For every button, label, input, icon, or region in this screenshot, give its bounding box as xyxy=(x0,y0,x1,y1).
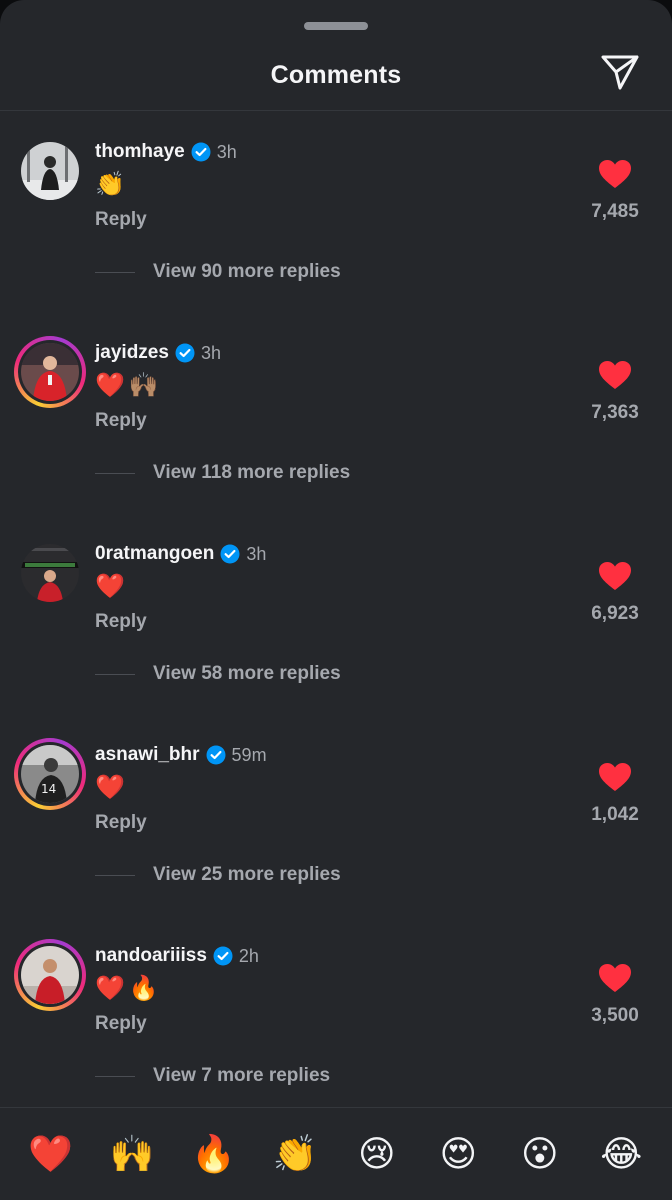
username[interactable]: asnawi_bhr xyxy=(95,744,200,766)
view-replies-label: View 25 more replies xyxy=(153,864,341,885)
comment-meta: thomhaye 3h xyxy=(95,141,237,163)
timestamp: 2h xyxy=(238,945,259,966)
reply-button[interactable]: Reply xyxy=(95,1013,147,1035)
like-section: 3,500 xyxy=(580,963,650,1027)
timestamp: 3h xyxy=(216,141,237,162)
reply-button[interactable]: Reply xyxy=(95,611,147,633)
like-count: 7,485 xyxy=(591,201,639,222)
like-count: 1,042 xyxy=(591,804,639,825)
quick-reaction-fire[interactable]: 🔥 xyxy=(186,1126,242,1182)
view-replies-label: View 58 more replies xyxy=(153,663,341,684)
like-count: 6,923 xyxy=(591,603,639,624)
comment-meta: asnawi_bhr 59m xyxy=(95,744,267,766)
view-replies-button[interactable]: View 25 more replies xyxy=(95,864,341,886)
page-title: Comments xyxy=(270,60,402,89)
replies-divider xyxy=(95,874,135,876)
avatar-ring-gap xyxy=(18,340,82,404)
header-divider xyxy=(0,110,672,111)
paper-plane-icon xyxy=(601,55,639,90)
username[interactable]: thomhaye xyxy=(95,141,185,163)
quick-reaction-crying[interactable]: 😢 xyxy=(349,1126,405,1182)
view-replies-button[interactable]: View 7 more replies xyxy=(95,1065,330,1087)
avatar-image xyxy=(21,544,79,602)
like-section: 6,923 xyxy=(580,561,650,625)
avatar-ring-gap xyxy=(18,943,82,1007)
verified-badge-icon xyxy=(206,745,226,765)
avatar-image xyxy=(21,142,79,200)
username[interactable]: nandoariiiss xyxy=(95,945,207,967)
verified-badge-icon xyxy=(191,142,211,162)
heart-icon[interactable] xyxy=(598,762,632,792)
heart-icon[interactable] xyxy=(598,963,632,993)
quick-reaction-heart-eyes[interactable]: 😍 xyxy=(430,1126,486,1182)
view-replies-label: View 90 more replies xyxy=(153,261,341,282)
view-replies-button[interactable]: View 58 more replies xyxy=(95,663,341,685)
quick-reaction-surprised[interactable]: 😮 xyxy=(512,1126,568,1182)
like-count: 7,363 xyxy=(591,402,639,423)
heart-icon[interactable] xyxy=(598,159,632,189)
replies-divider xyxy=(95,1075,135,1077)
comment-meta: nandoariiiss 2h xyxy=(95,945,259,967)
heart-icon[interactable] xyxy=(598,561,632,591)
header: Comments xyxy=(0,40,672,110)
reply-button[interactable]: Reply xyxy=(95,812,147,834)
verified-badge-icon xyxy=(175,343,195,363)
quick-reaction-laughing[interactable]: 😂 xyxy=(593,1126,649,1182)
comment-text: ❤️🙌🏽 xyxy=(95,371,163,399)
avatar[interactable] xyxy=(14,537,86,609)
reply-button[interactable]: Reply xyxy=(95,209,147,231)
quick-reactions-bar: ❤️ 🙌 🔥 👏 😢 😍 😮 😂 xyxy=(0,1108,672,1200)
comment-meta: jayidzes 3h xyxy=(95,342,221,364)
quick-reaction-heart[interactable]: ❤️ xyxy=(23,1126,79,1182)
avatar-ring-gap: 14 xyxy=(18,742,82,806)
view-replies-button[interactable]: View 90 more replies xyxy=(95,261,341,283)
comment-meta: 0ratmangoen 3h xyxy=(95,543,266,565)
drag-handle[interactable] xyxy=(304,22,368,30)
avatar-image xyxy=(21,343,79,401)
comment-text: 👏 xyxy=(95,170,129,198)
like-section: 7,485 xyxy=(580,159,650,223)
comment-text: ❤️ xyxy=(95,773,129,801)
reply-button[interactable]: Reply xyxy=(95,410,147,432)
svg-text:14: 14 xyxy=(41,782,56,796)
verified-badge-icon xyxy=(213,946,233,966)
like-section: 7,363 xyxy=(580,360,650,424)
verified-badge-icon xyxy=(220,544,240,564)
replies-divider xyxy=(95,673,135,675)
quick-reaction-raised-hands[interactable]: 🙌 xyxy=(104,1126,160,1182)
view-replies-button[interactable]: View 118 more replies xyxy=(95,462,350,484)
avatar-image xyxy=(21,946,79,1004)
timestamp: 3h xyxy=(246,543,267,564)
timestamp: 59m xyxy=(231,744,267,765)
comment-item: 0ratmangoen 3h ❤️ Reply View 58 more rep… xyxy=(0,537,672,737)
view-replies-label: View 7 more replies xyxy=(153,1065,331,1086)
like-count: 3,500 xyxy=(591,1005,639,1026)
share-button[interactable] xyxy=(598,52,642,92)
like-section: 1,042 xyxy=(580,762,650,826)
comment-item: jayidzes 3h ❤️🙌🏽 Reply View 118 more rep… xyxy=(0,336,672,536)
timestamp: 3h xyxy=(200,342,221,363)
replies-divider xyxy=(95,271,135,273)
comment-item: thomhaye 3h 👏 Reply View 90 more replies… xyxy=(0,135,672,335)
comments-sheet: Comments thomhaye 3h 👏 Reply View 90 mor… xyxy=(0,0,672,1200)
avatar[interactable] xyxy=(14,336,86,408)
comment-text: ❤️🔥 xyxy=(95,974,163,1002)
comment-item: 14 asnawi_bhr 59m ❤️ Reply View 25 more … xyxy=(0,738,672,938)
replies-divider xyxy=(95,472,135,474)
avatar-image: 14 xyxy=(21,745,79,803)
quick-reaction-clap[interactable]: 👏 xyxy=(267,1126,323,1182)
view-replies-label: View 118 more replies xyxy=(153,462,351,483)
avatar[interactable] xyxy=(14,135,86,207)
comment-text: ❤️ xyxy=(95,572,129,600)
avatar[interactable] xyxy=(14,939,86,1011)
avatar[interactable]: 14 xyxy=(14,738,86,810)
username[interactable]: 0ratmangoen xyxy=(95,543,214,565)
heart-icon[interactable] xyxy=(598,360,632,390)
username[interactable]: jayidzes xyxy=(95,342,169,364)
